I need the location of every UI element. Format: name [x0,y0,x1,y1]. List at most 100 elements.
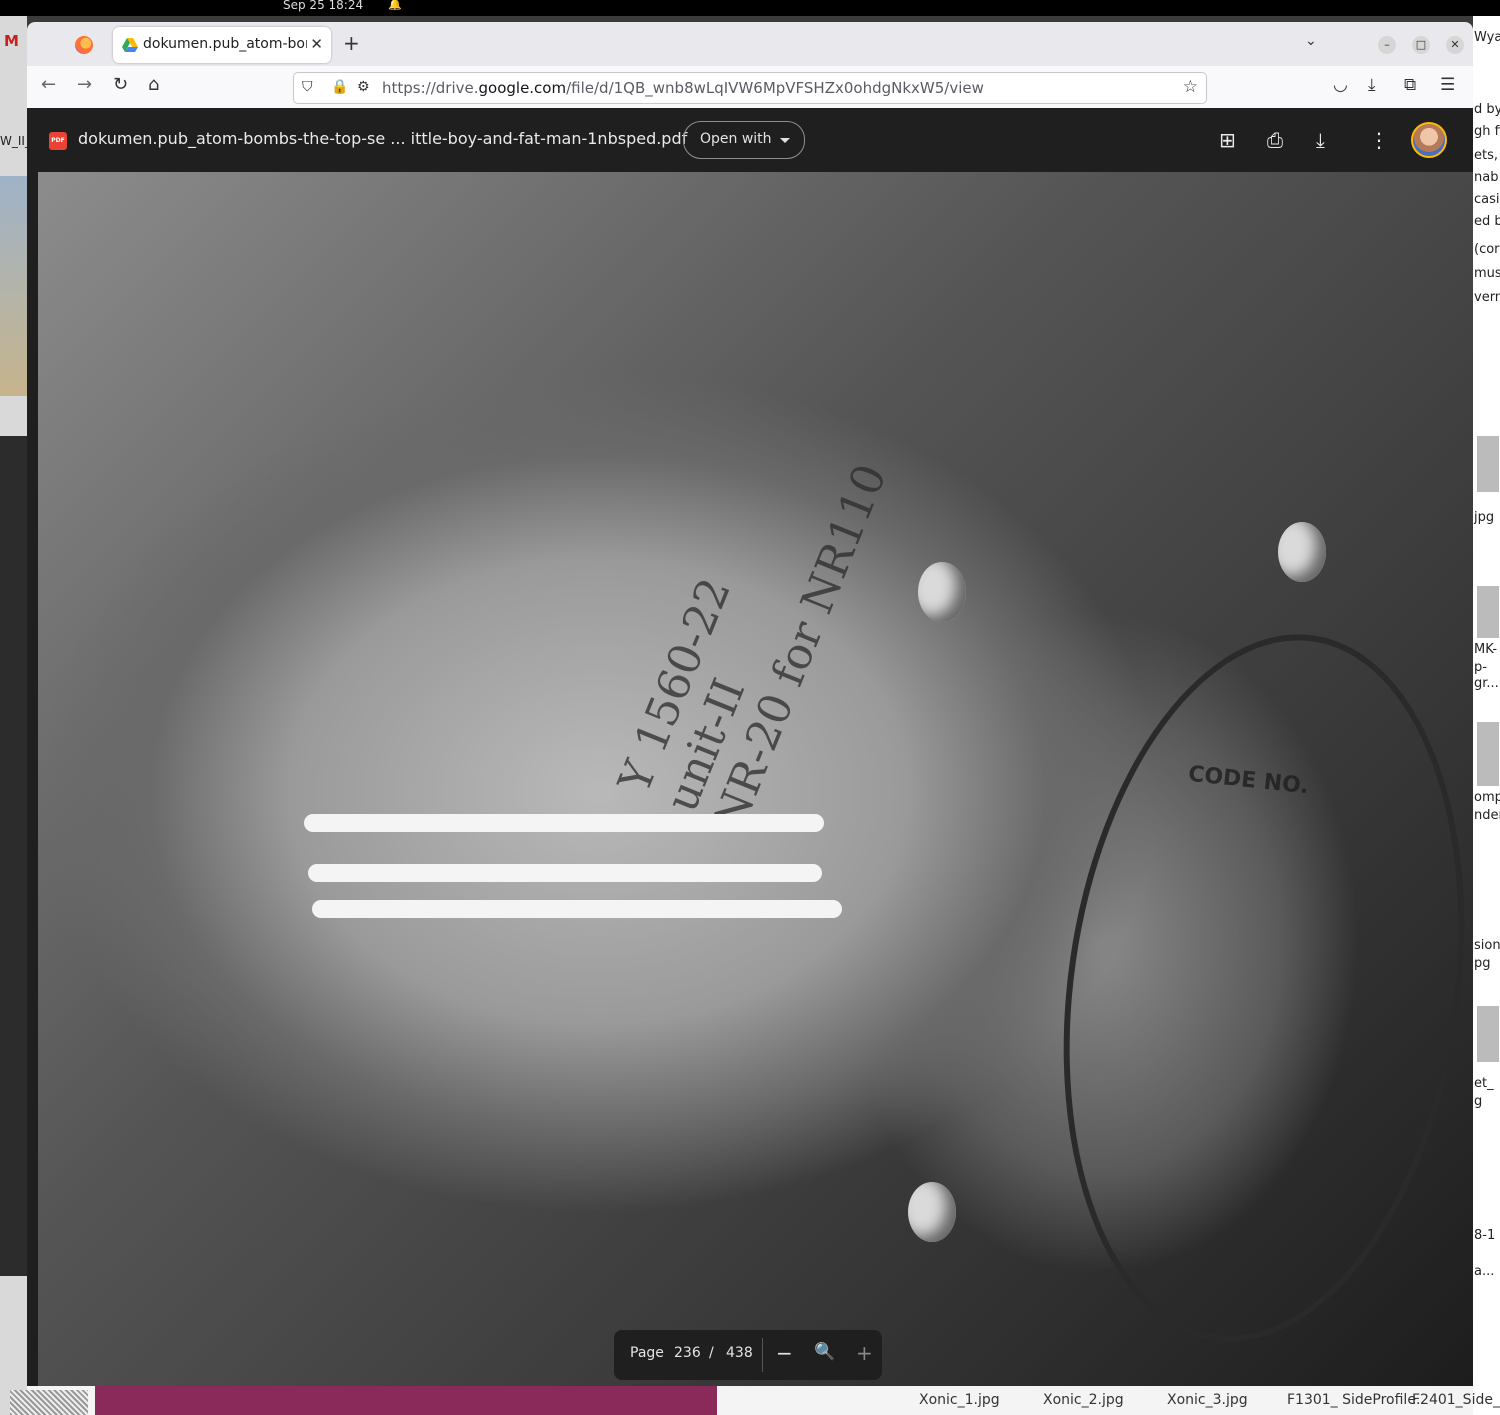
drive-pdf-viewer: PDF dokumen.pub_atom-bombs-the-top-se ..… [27,108,1473,1386]
zoom-out-icon[interactable]: − [776,1341,793,1365]
bomb-lug [918,562,966,622]
file-name[interactable]: Xonic_3.jpg [1167,1392,1248,1408]
file-name[interactable]: pg [1474,956,1491,971]
file-name[interactable]: Xonic_2.jpg [1043,1392,1124,1408]
page-total: 438 [726,1345,753,1361]
system-top-bar: Sep 25 18:24 🔔 [0,0,1500,16]
forward-arrow-icon[interactable]: → [77,74,92,95]
url-path: /file/d/1QB_wnb8wLqIVW6MpVFSHZx0ohdgNkxW… [566,79,984,97]
lock-icon[interactable]: 🔒 [331,79,348,95]
extensions-icon[interactable]: ⧉ [1404,75,1416,95]
file-thumbnail[interactable] [1477,586,1499,638]
navigation-toolbar: ← → ↻ ⌂ ⛉ 🔒 ⚙ https://drive.google.com/f… [27,66,1473,109]
file-name[interactable]: MK- [1474,642,1497,657]
background-thumbnail [10,1390,88,1415]
file-name[interactable]: g [1474,1094,1482,1109]
file-title: dokumen.pub_atom-bombs-the-top-se ... it… [78,129,688,148]
pdf-page-image: Y 1560-22 unit-II NR-20 for NR110 CODE N… [38,172,1473,1386]
background-text-right: ed b [1474,214,1500,229]
file-name[interactable]: sion [1474,938,1500,953]
background-text-right: (cor [1474,242,1500,257]
permissions-icon[interactable]: ⚙ [357,79,370,95]
system-clock[interactable]: Sep 25 18:24 [283,0,363,12]
print-icon[interactable]: ⎙ [1267,128,1283,152]
file-name[interactable]: p- [1474,660,1487,675]
url-domain: google.com [478,79,567,97]
page-number-input[interactable]: 236 [674,1345,701,1361]
add-comment-icon[interactable]: ⊞ [1219,128,1236,152]
background-window-left: M W_II_ [0,16,31,1415]
bell-icon[interactable]: 🔔 [388,0,402,11]
page-navigation-bar: Page 236 / 438 − 🔍 + [614,1330,882,1380]
tab-strip: dokumen.pub_atom-bombs-the-top-secret ✕ … [27,22,1473,66]
more-options-icon[interactable]: ⋮ [1369,128,1389,152]
maximize-button[interactable]: □ [1412,36,1430,54]
background-text-right: Wya [1474,30,1500,45]
background-window-right: Wya d by gh fi ets, nab casi ed b (cor m… [1473,16,1500,1415]
file-name[interactable]: F1301_ SideProfile. [1287,1392,1420,1408]
close-tab-icon[interactable]: ✕ [310,35,323,53]
file-thumbnail[interactable] [1477,722,1499,786]
browser-window: dokumen.pub_atom-bombs-the-top-secret ✕ … [27,22,1473,1386]
menu-icon[interactable]: ☰ [1440,75,1455,95]
list-all-tabs-icon[interactable]: ⌄ [1305,33,1317,49]
file-name[interactable]: F2401_Side_ profile.jpg [1412,1392,1500,1408]
background-text-right: vern [1474,290,1500,305]
shield-icon[interactable]: ⛉ [302,79,313,95]
divider [762,1338,763,1372]
background-text-right: d by [1474,102,1500,117]
file-name[interactable]: Xonic_1.jpg [919,1392,1000,1408]
background-text-right: gh fi [1474,124,1500,139]
firefox-icon[interactable] [75,36,93,54]
bomb-lug [1278,522,1326,582]
minimize-button[interactable]: – [1378,36,1396,54]
background-file-manager-bottom: Xonic_1.jpg Xonic_2.jpg Xonic_3.jpg F130… [10,1386,1500,1415]
file-thumbnail[interactable] [1477,1006,1499,1062]
background-image-left [0,176,27,396]
bomb-tail-ring [1020,608,1473,1368]
page-label: Page [630,1345,664,1361]
background-text-right: nab [1474,170,1499,185]
pocket-icon[interactable]: ◡ [1333,75,1348,95]
redaction-stripe [304,814,824,832]
zoom-in-icon[interactable]: + [856,1341,873,1365]
pdf-file-icon: PDF [49,132,67,150]
download-icon[interactable]: ⤓ [1316,128,1325,152]
file-name[interactable]: 8-1 [1474,1228,1495,1243]
url-prefix: https://drive. [382,79,479,97]
redaction-stripe [312,900,842,918]
background-text-right: ets, [1474,148,1499,163]
close-window-button[interactable]: ✕ [1446,36,1464,54]
tab-title: dokumen.pub_atom-bombs-the-top-secret [143,36,307,52]
background-text-right: muse [1474,266,1500,281]
redaction-stripe [308,864,822,882]
bomb-lug [908,1182,956,1242]
url-text[interactable]: https://drive.google.com/file/d/1QB_wnb8… [382,79,984,97]
zoom-magnifier-icon[interactable]: 🔍 [814,1342,835,1362]
file-thumbnail[interactable] [1477,436,1499,492]
file-name[interactable]: a... [1474,1264,1494,1279]
page-separator: / [709,1345,714,1361]
background-text-right: casi [1474,192,1500,207]
home-icon[interactable]: ⌂ [148,74,159,95]
avatar[interactable] [1411,122,1447,158]
file-name[interactable]: et_ [1474,1076,1494,1091]
back-arrow-icon[interactable]: ← [41,74,56,95]
open-with-button[interactable]: Open with [683,121,805,159]
address-bar[interactable]: ⛉ 🔒 ⚙ https://drive.google.com/file/d/1Q… [293,72,1207,104]
google-drive-icon [122,38,138,52]
new-tab-button[interactable]: + [343,31,360,55]
file-name[interactable]: omp [1474,790,1500,805]
downloads-icon[interactable]: ⤓ [1368,75,1376,95]
bookmark-star-icon[interactable]: ☆ [1183,77,1198,97]
stencil-text: Y 1560-22 unit-II NR-20 for NR110 [609,419,897,838]
open-with-label: Open with [700,131,772,147]
file-name[interactable]: nder [1474,808,1500,823]
background-window-bar [95,1386,717,1415]
gmail-icon: M [4,32,19,50]
background-image-left-dark [0,436,27,1276]
reload-icon[interactable]: ↻ [113,74,128,95]
tab-active[interactable]: dokumen.pub_atom-bombs-the-top-secret ✕ [113,27,331,63]
file-name[interactable]: gr... [1474,676,1499,691]
file-name[interactable]: jpg [1474,510,1494,525]
